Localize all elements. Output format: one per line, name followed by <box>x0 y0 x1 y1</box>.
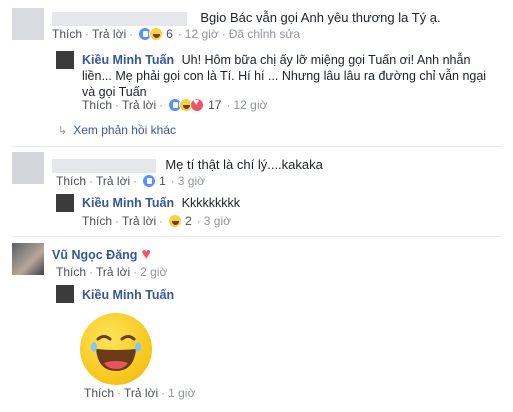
reaction-summary[interactable]: 17 <box>168 97 222 112</box>
like-link[interactable]: Thích <box>56 265 86 279</box>
avatar[interactable] <box>12 8 44 40</box>
timestamp[interactable]: 3 giờ <box>178 174 205 188</box>
comment-actions: Thích · Trả lời · 6 · 12 giờ · Đã chỉnh … <box>52 27 301 41</box>
reply-actions: Thích · Trả lời · 1 giờ <box>84 386 196 400</box>
reaction-count: 6 <box>166 27 173 41</box>
laughing-face-icon <box>91 335 141 371</box>
timestamp[interactable]: 2 giờ <box>140 265 167 279</box>
reply-link[interactable]: Trả lời <box>96 174 130 188</box>
blurred-name <box>52 158 156 173</box>
reaction-summary[interactable]: 2 <box>168 214 192 228</box>
reaction-count: 17 <box>208 98 222 112</box>
reply-author[interactable]: Kiều Minh Tuấn <box>82 53 174 67</box>
reply-body: Kiều Minh Tuấn Kkkkkkkkk <box>82 196 240 210</box>
reply-body: Kiều Minh Tuấn <box>82 288 174 302</box>
reply-body: Kiều Minh Tuấn Uh! Hôm bữa chị ấy lỡ miệ… <box>82 52 502 100</box>
haha-reaction-icon <box>168 214 183 228</box>
timestamp[interactable]: 12 giờ <box>233 98 267 112</box>
comment-author[interactable]: Vũ Ngọc Đăng <box>52 248 137 262</box>
avatar[interactable] <box>12 243 44 275</box>
divider <box>12 236 501 237</box>
blurred-name <box>52 11 187 26</box>
reply-actions: Thích · Trả lời · 17 · 12 giờ <box>82 97 267 112</box>
comment-actions: Thích · Trả lời · 2 giờ <box>56 265 168 279</box>
avatar[interactable] <box>56 194 74 212</box>
reply-text: Kkkkkkkkk <box>181 196 240 210</box>
reply-arrow-icon: ↳ <box>58 124 68 137</box>
divider <box>12 146 501 147</box>
comment-body: Bgio Bác vẫn gọi Anh yêu thương la Tý ạ. <box>52 10 492 26</box>
timestamp[interactable]: 3 giờ <box>204 214 231 228</box>
reply-author[interactable]: Kiều Minh Tuấn <box>82 196 174 210</box>
like-link[interactable]: Thích <box>82 98 112 112</box>
avatar[interactable] <box>12 152 44 184</box>
love-reaction-icon <box>190 97 205 112</box>
comment-body: Vũ Ngọc Đăng ♥ <box>52 246 151 263</box>
more-replies-link[interactable]: ↳ Xem phản hồi khác <box>58 123 176 137</box>
avatar[interactable] <box>56 51 74 69</box>
haha-reaction-icon <box>149 27 164 41</box>
comment-actions: Thích · Trả lời · 1 · 3 giờ <box>56 174 206 188</box>
reaction-summary[interactable]: 1 <box>142 174 166 188</box>
comment-text: Mẹ tí thật là chí lý....kakaka <box>165 157 323 172</box>
avatar[interactable] <box>56 285 74 303</box>
heart-icon: ♥ <box>141 246 151 263</box>
reply-author[interactable]: Kiều Minh Tuấn <box>82 288 174 302</box>
reply-actions: Thích · Trả lời · 2 · 3 giờ <box>82 214 232 228</box>
reply-link[interactable]: Trả lời <box>124 386 158 400</box>
comment-body: Mẹ tí thật là chí lý....kakaka <box>52 157 492 173</box>
comment-text: Bgio Bác vẫn gọi Anh yêu thương la Tý ạ. <box>200 10 441 25</box>
reaction-count: 2 <box>185 214 192 228</box>
reply-link[interactable]: Trả lời <box>96 265 130 279</box>
timestamp[interactable]: 1 giờ <box>168 386 195 400</box>
like-link[interactable]: Thích <box>84 386 114 400</box>
timestamp[interactable]: 12 giờ <box>185 27 219 41</box>
laughing-face-emoji <box>80 313 152 385</box>
reaction-count: 1 <box>159 174 166 188</box>
like-link[interactable]: Thích <box>56 174 86 188</box>
reply-link[interactable]: Trả lời <box>122 98 156 112</box>
like-link[interactable]: Thích <box>82 214 112 228</box>
reply-link[interactable]: Trả lời <box>92 27 126 41</box>
reaction-summary[interactable]: 6 <box>138 27 173 41</box>
reply-link[interactable]: Trả lời <box>122 214 156 228</box>
like-reaction-icon <box>142 174 157 188</box>
edited-label[interactable]: Đã chỉnh sửa <box>229 27 300 41</box>
like-link[interactable]: Thích <box>52 27 82 41</box>
